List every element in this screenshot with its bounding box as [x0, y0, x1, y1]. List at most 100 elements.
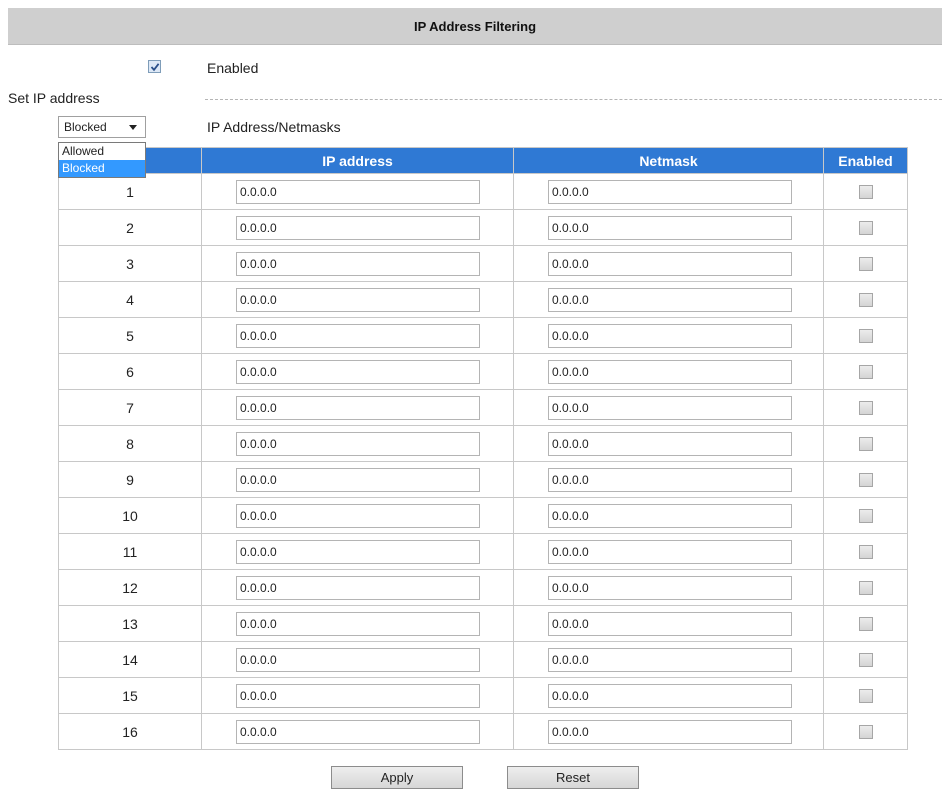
netmask-input[interactable]: 0.0.0.0: [548, 503, 792, 528]
option-allowed[interactable]: Allowed: [59, 143, 145, 160]
enabled-cell: [823, 533, 908, 570]
row-enabled-checkbox[interactable]: [858, 724, 873, 739]
row-index: 13: [58, 605, 202, 642]
netmask-input[interactable]: 0.0.0.0: [548, 287, 792, 312]
table-row: 10 0.0.0.0 0.0.0.0: [58, 497, 908, 534]
ip-cell: 0.0.0.0: [201, 677, 514, 714]
ip-cell: 0.0.0.0: [201, 605, 514, 642]
ip-address-input[interactable]: 0.0.0.0: [236, 287, 480, 312]
enabled-cell: [823, 173, 908, 210]
row-enabled-checkbox[interactable]: [858, 544, 873, 559]
netmask-input[interactable]: 0.0.0.0: [548, 251, 792, 276]
ip-address-input[interactable]: 0.0.0.0: [236, 179, 480, 204]
row-enabled-checkbox[interactable]: [858, 508, 873, 523]
ip-address-input[interactable]: 0.0.0.0: [236, 467, 480, 492]
netmask-input[interactable]: 0.0.0.0: [548, 683, 792, 708]
netmask-input[interactable]: 0.0.0.0: [548, 467, 792, 492]
ip-filter-table: IP address Netmask Enabled 1 0.0.0.0 0.0.0…: [58, 147, 908, 750]
netmask-cell: 0.0.0.0: [513, 641, 824, 678]
row-enabled-checkbox[interactable]: [858, 400, 873, 415]
netmask-input[interactable]: 0.0.0.0: [548, 431, 792, 456]
row-index: 6: [58, 353, 202, 390]
ip-address-input[interactable]: 0.0.0.0: [236, 395, 480, 420]
ip-cell: 0.0.0.0: [201, 317, 514, 354]
ip-address-input[interactable]: 0.0.0.0: [236, 647, 480, 672]
enabled-cell: [823, 425, 908, 462]
row-index: 1: [58, 173, 202, 210]
ip-address-input[interactable]: 0.0.0.0: [236, 611, 480, 636]
ip-address-input[interactable]: 0.0.0.0: [236, 539, 480, 564]
netmask-cell: 0.0.0.0: [513, 497, 824, 534]
ip-address-input[interactable]: 0.0.0.0: [236, 359, 480, 384]
row-enabled-checkbox[interactable]: [858, 472, 873, 487]
ip-cell: 0.0.0.0: [201, 641, 514, 678]
ip-cell: 0.0.0.0: [201, 281, 514, 318]
row-enabled-checkbox[interactable]: [858, 688, 873, 703]
enabled-cell: [823, 245, 908, 282]
row-enabled-checkbox[interactable]: [858, 256, 873, 271]
netmask-input[interactable]: 0.0.0.0: [548, 215, 792, 240]
netmask-cell: 0.0.0.0: [513, 173, 824, 210]
row-enabled-checkbox[interactable]: [858, 436, 873, 451]
ip-address-input[interactable]: 0.0.0.0: [236, 431, 480, 456]
ip-cell: 0.0.0.0: [201, 713, 514, 750]
row-index: 12: [58, 569, 202, 606]
netmask-cell: 0.0.0.0: [513, 533, 824, 570]
enabled-cell: [823, 461, 908, 498]
ip-address-input[interactable]: 0.0.0.0: [236, 251, 480, 276]
filter-mode-select[interactable]: Blocked: [58, 116, 146, 138]
filter-enabled-checkbox[interactable]: [148, 60, 161, 73]
ip-cell: 0.0.0.0: [201, 245, 514, 282]
checkmark-icon: [148, 60, 161, 73]
row-enabled-checkbox[interactable]: [858, 364, 873, 379]
netmask-input[interactable]: 0.0.0.0: [548, 323, 792, 348]
netmask-cell: 0.0.0.0: [513, 605, 824, 642]
enabled-cell: [823, 641, 908, 678]
row-index: 5: [58, 317, 202, 354]
netmask-input[interactable]: 0.0.0.0: [548, 575, 792, 600]
netmask-cell: 0.0.0.0: [513, 209, 824, 246]
netmask-input[interactable]: 0.0.0.0: [548, 647, 792, 672]
netmask-input[interactable]: 0.0.0.0: [548, 395, 792, 420]
option-blocked[interactable]: Blocked: [59, 160, 145, 177]
ip-address-input[interactable]: 0.0.0.0: [236, 323, 480, 348]
netmask-input[interactable]: 0.0.0.0: [548, 539, 792, 564]
ip-cell: 0.0.0.0: [201, 209, 514, 246]
row-enabled-checkbox[interactable]: [858, 184, 873, 199]
netmask-input[interactable]: 0.0.0.0: [548, 179, 792, 204]
row-enabled-checkbox[interactable]: [858, 220, 873, 235]
row-enabled-checkbox[interactable]: [858, 292, 873, 307]
table-row: 2 0.0.0.0 0.0.0.0: [58, 209, 908, 246]
row-index: 3: [58, 245, 202, 282]
row-index: 15: [58, 677, 202, 714]
row-enabled-checkbox[interactable]: [858, 328, 873, 343]
netmask-input[interactable]: 0.0.0.0: [548, 719, 792, 744]
ip-cell: 0.0.0.0: [201, 497, 514, 534]
enabled-cell: [823, 677, 908, 714]
row-enabled-checkbox[interactable]: [858, 652, 873, 667]
table-row: 4 0.0.0.0 0.0.0.0: [58, 281, 908, 318]
table-row: 11 0.0.0.0 0.0.0.0: [58, 533, 908, 570]
table-row: 16 0.0.0.0 0.0.0.0: [58, 713, 908, 750]
table-row: 15 0.0.0.0 0.0.0.0: [58, 677, 908, 714]
netmask-input[interactable]: 0.0.0.0: [548, 359, 792, 384]
netmask-cell: 0.0.0.0: [513, 677, 824, 714]
ip-address-input[interactable]: 0.0.0.0: [236, 503, 480, 528]
row-enabled-checkbox[interactable]: [858, 616, 873, 631]
ip-address-input[interactable]: 0.0.0.0: [236, 215, 480, 240]
reset-button[interactable]: Reset: [507, 766, 639, 789]
table-row: 9 0.0.0.0 0.0.0.0: [58, 461, 908, 498]
filter-mode-dropdown: Allowed Blocked: [58, 142, 146, 178]
table-row: 1 0.0.0.0 0.0.0.0: [58, 173, 908, 210]
ip-address-input[interactable]: 0.0.0.0: [236, 719, 480, 744]
row-index: 11: [58, 533, 202, 570]
column-ip-address: IP address: [201, 147, 514, 174]
row-enabled-checkbox[interactable]: [858, 580, 873, 595]
netmask-cell: 0.0.0.0: [513, 425, 824, 462]
ip-address-input[interactable]: 0.0.0.0: [236, 575, 480, 600]
ip-address-input[interactable]: 0.0.0.0: [236, 683, 480, 708]
apply-button[interactable]: Apply: [331, 766, 463, 789]
table-row: 13 0.0.0.0 0.0.0.0: [58, 605, 908, 642]
row-index: 7: [58, 389, 202, 426]
netmask-input[interactable]: 0.0.0.0: [548, 611, 792, 636]
